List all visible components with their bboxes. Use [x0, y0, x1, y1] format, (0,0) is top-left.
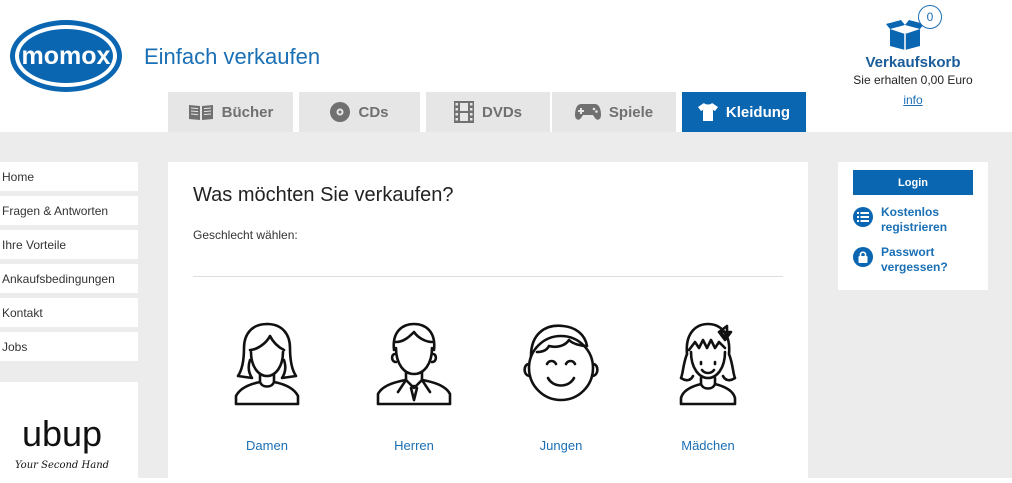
cd-icon	[330, 102, 351, 122]
momox-logo[interactable]: momox	[8, 18, 124, 99]
sidebar-item-home[interactable]: Home	[0, 162, 138, 191]
main-panel: Was möchten Sie verkaufen? Geschlecht wä…	[168, 162, 808, 478]
sidebar-item-ankaufsbedingungen[interactable]: Ankaufsbedingungen	[0, 264, 138, 293]
site-header: momox Einfach verkaufen Bücher CDs DVDs	[0, 0, 1012, 132]
register-label[interactable]: Kostenlos registrieren	[881, 205, 971, 235]
tab-spiele[interactable]: Spiele	[552, 92, 676, 132]
shirt-icon	[697, 103, 718, 121]
sidebar-item-jobs[interactable]: Jobs	[0, 332, 138, 361]
tab-label: Bücher	[221, 103, 274, 121]
category-herren[interactable]: Herren	[359, 320, 469, 453]
logo-text: momox	[22, 42, 111, 70]
svg-text:ubup: ubup	[22, 413, 102, 454]
page-title: Was möchten Sie verkaufen?	[193, 184, 454, 206]
tab-label: Kleidung	[725, 103, 791, 121]
cart-title[interactable]: Verkaufskorb	[838, 54, 988, 71]
category-jungen[interactable]: Jungen	[506, 320, 616, 453]
ubup-logo: ubup Your Second Hand	[15, 413, 109, 471]
tab-kleidung[interactable]: Kleidung	[682, 92, 806, 132]
category-label[interactable]: Mädchen	[653, 438, 763, 453]
cart-count-badge: 0	[918, 5, 942, 29]
cart-info-link[interactable]: info	[838, 93, 988, 107]
forgot-password-link[interactable]: Passwort vergessen?	[853, 245, 971, 275]
tab-cds[interactable]: CDs	[299, 92, 420, 132]
category-label[interactable]: Damen	[212, 438, 322, 453]
divider	[193, 276, 783, 277]
sidebar-item-vorteile[interactable]: Ihre Vorteile	[0, 230, 138, 259]
gamepad-icon	[574, 103, 601, 121]
book-icon	[188, 103, 214, 121]
login-button[interactable]: Login	[853, 170, 973, 195]
ubup-banner[interactable]: ubup Your Second Hand	[0, 382, 138, 478]
girl-icon	[653, 320, 763, 406]
cart-subtitle: Sie erhalten 0,00 Euro	[853, 73, 973, 87]
tagline: Einfach verkaufen	[144, 44, 321, 69]
sidebar-item-faq[interactable]: Fragen & Antworten	[0, 196, 138, 225]
login-panel: Login Kostenlos registrieren Passwort ve…	[838, 162, 988, 290]
category-label[interactable]: Herren	[359, 438, 469, 453]
man-icon	[359, 320, 469, 406]
woman-icon	[212, 320, 322, 406]
tab-label: Spiele	[608, 103, 654, 121]
register-link[interactable]: Kostenlos registrieren	[853, 205, 971, 235]
svg-text:Your Second Hand: Your Second Hand	[15, 460, 109, 471]
sidebar-item-kontakt[interactable]: Kontakt	[0, 298, 138, 327]
tab-buecher[interactable]: Bücher	[168, 92, 293, 132]
tab-label: CDs	[358, 103, 389, 121]
box-icon	[886, 20, 924, 55]
forgot-password-label[interactable]: Passwort vergessen?	[881, 245, 971, 275]
category-damen[interactable]: Damen	[212, 320, 322, 453]
film-icon	[453, 101, 474, 123]
list-icon	[853, 207, 873, 227]
tab-dvds[interactable]: DVDs	[426, 92, 550, 132]
lock-icon	[853, 247, 873, 267]
category-label[interactable]: Jungen	[506, 438, 616, 453]
boy-icon	[506, 320, 616, 406]
tab-label: DVDs	[481, 103, 522, 121]
gender-label: Geschlecht wählen:	[193, 228, 298, 242]
category-maedchen[interactable]: Mädchen	[653, 320, 763, 453]
